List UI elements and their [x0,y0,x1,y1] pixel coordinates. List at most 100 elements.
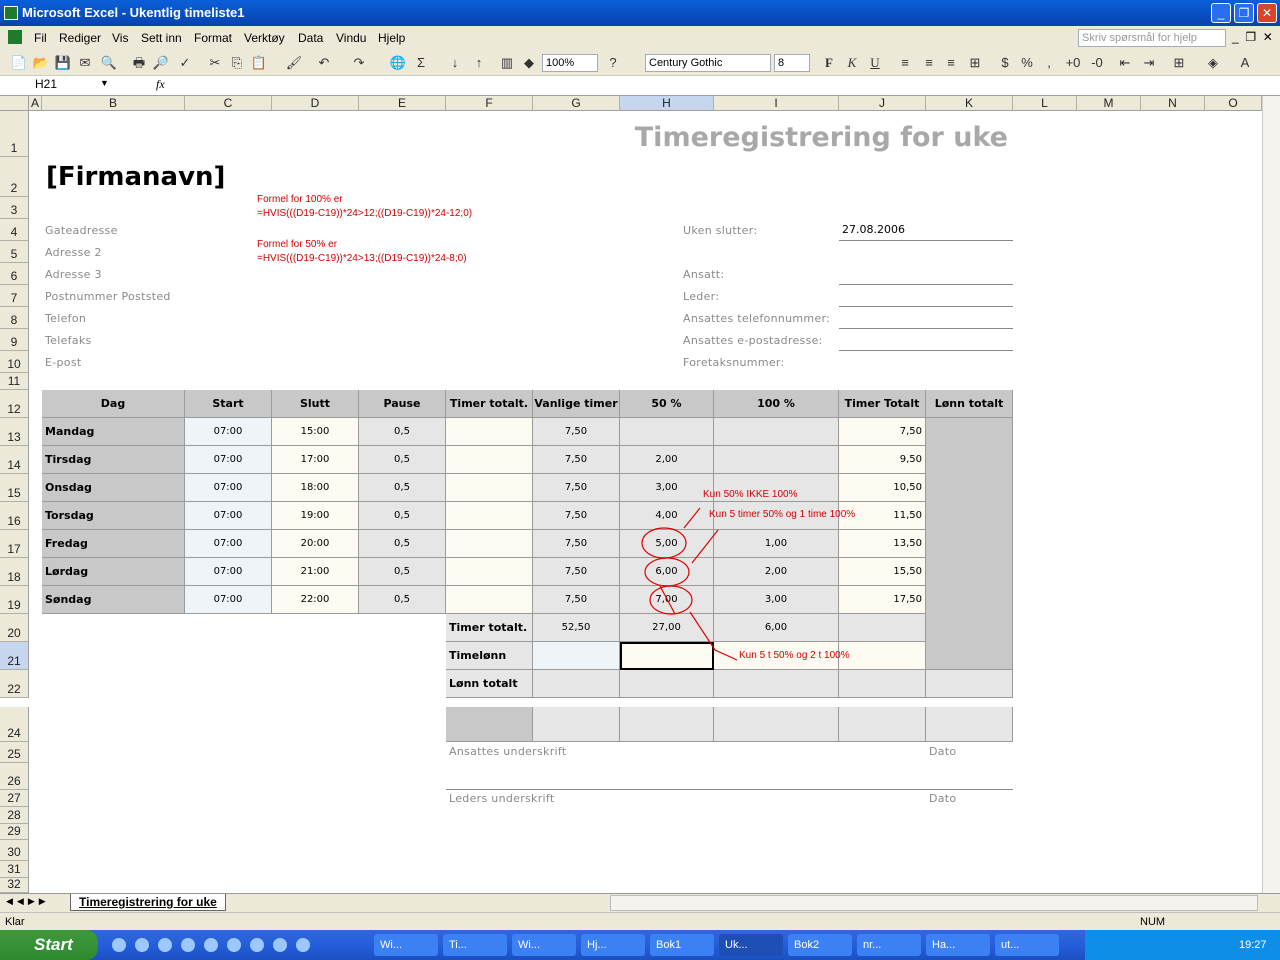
preview-icon[interactable]: 🔎 [152,54,170,72]
table-cell[interactable]: 7,50 [533,418,620,446]
address-line[interactable]: Telefon [45,312,86,325]
taskbar-item[interactable]: Hj... [581,934,645,956]
week-end-value[interactable]: 27.08.2006 [842,223,905,236]
table-cell[interactable]: 4,00 [620,502,714,530]
quicklaunch-icon[interactable] [158,938,172,952]
restore-button[interactable]: ❐ [1234,3,1254,23]
spelling-icon[interactable]: ✓ [176,54,194,72]
quicklaunch-icon[interactable] [250,938,264,952]
quicklaunch-icon[interactable] [296,938,310,952]
increase-decimal-icon[interactable]: +0 [1064,54,1082,72]
row-header[interactable]: 10 [0,351,29,373]
borders-icon[interactable]: ⊞ [1170,54,1188,72]
table-cell[interactable]: 2,00 [714,558,839,586]
column-header[interactable]: E [359,96,446,111]
column-header[interactable]: M [1077,96,1141,111]
menu-2[interactable]: Vis [112,31,128,45]
save-icon[interactable]: 💾 [54,54,72,72]
table-cell[interactable]: 07:00 [185,418,272,446]
table-cell[interactable] [446,502,533,530]
sheet-nav-arrows[interactable]: ◀◀▶▶ [6,896,50,907]
table-cell[interactable] [446,530,533,558]
row-header[interactable]: 3 [0,197,29,219]
table-cell[interactable]: 07:00 [185,446,272,474]
row-header[interactable]: 24 [0,707,29,742]
row-header[interactable]: 9 [0,329,29,351]
menu-5[interactable]: Verktøy [244,31,285,45]
zoom-select[interactable]: 100% [542,54,598,72]
table-cell[interactable]: 0,5 [359,446,446,474]
table-cell[interactable]: 10,50 [839,474,926,502]
row-header[interactable]: 8 [0,307,29,329]
info-field[interactable] [839,240,1013,241]
row-header[interactable]: 4 [0,219,29,241]
menu-1[interactable]: Rediger [59,31,101,45]
row-header[interactable]: 26 [0,763,29,790]
quicklaunch-icon[interactable] [273,938,287,952]
table-cell[interactable]: 3,00 [620,474,714,502]
row-header[interactable]: 25 [0,742,29,763]
row-header[interactable]: 6 [0,263,29,285]
indent-icon[interactable]: ⇥ [1140,54,1158,72]
column-header[interactable]: B [42,96,185,111]
comma-icon[interactable]: , [1040,54,1058,72]
underline-button[interactable]: U [866,54,884,72]
table-cell[interactable]: 07:00 [185,474,272,502]
horizontal-scrollbar[interactable] [610,895,1258,911]
search-icon[interactable]: 🔍 [100,54,118,72]
table-cell[interactable]: 22:00 [272,586,359,614]
taskbar-item[interactable]: nr... [857,934,921,956]
decrease-decimal-icon[interactable]: -0 [1088,54,1106,72]
copy-icon[interactable]: ⎘ [228,54,246,72]
menu-7[interactable]: Vindu [336,31,366,45]
taskbar-item[interactable]: Uk... [719,934,783,956]
column-header[interactable]: F [446,96,533,111]
doc-window-controls[interactable]: _ ❐ ✕ [1232,30,1273,44]
table-cell[interactable]: 07:00 [185,530,272,558]
format-painter-icon[interactable]: 🖌 [285,54,303,72]
address-line[interactable]: Adresse 3 [45,268,102,281]
sort-desc-icon[interactable]: ↑ [470,54,488,72]
menu-0[interactable]: Fil [34,31,47,45]
column-header[interactable]: J [839,96,926,111]
table-cell[interactable]: 18:00 [272,474,359,502]
italic-button[interactable]: K [843,54,861,72]
table-cell[interactable]: 20:00 [272,530,359,558]
quicklaunch-icon[interactable] [112,938,126,952]
currency-icon[interactable]: $ [996,54,1014,72]
undo-icon[interactable]: ↶ [315,54,333,72]
column-header[interactable]: C [185,96,272,111]
chart-icon[interactable]: ▥ [498,54,516,72]
table-cell[interactable] [620,418,714,446]
column-header[interactable]: I [714,96,839,111]
align-left-icon[interactable]: ≡ [896,54,914,72]
column-header[interactable]: D [272,96,359,111]
table-cell[interactable]: 07:00 [185,558,272,586]
table-cell[interactable]: 6,00 [620,558,714,586]
redo-icon[interactable]: ↷ [350,54,368,72]
column-header[interactable]: K [926,96,1013,111]
menu-3[interactable]: Sett inn [141,31,182,45]
info-field[interactable] [839,306,1013,307]
row-header[interactable]: 30 [0,840,29,861]
column-header[interactable]: H [620,96,714,111]
quicklaunch-icon[interactable] [181,938,195,952]
table-cell[interactable] [446,418,533,446]
table-cell[interactable]: 0,5 [359,418,446,446]
row-header[interactable]: 17 [0,530,29,558]
cell[interactable] [839,642,926,670]
taskbar-item[interactable]: Wi... [374,934,438,956]
row-header[interactable]: 28 [0,807,29,824]
vertical-scrollbar[interactable] [1262,96,1280,893]
address-line[interactable]: Adresse 2 [45,246,102,259]
address-line[interactable]: Telefaks [45,334,92,347]
formula-input[interactable] [175,76,1280,95]
open-icon[interactable]: 📂 [32,54,50,72]
merge-icon[interactable]: ⊞ [966,54,984,72]
row-header[interactable]: 20 [0,614,29,642]
table-cell[interactable]: 7,50 [533,502,620,530]
table-cell[interactable]: 7,50 [533,530,620,558]
address-line[interactable]: E-post [45,356,81,369]
taskbar-item[interactable]: Bok2 [788,934,852,956]
sort-asc-icon[interactable]: ↓ [446,54,464,72]
